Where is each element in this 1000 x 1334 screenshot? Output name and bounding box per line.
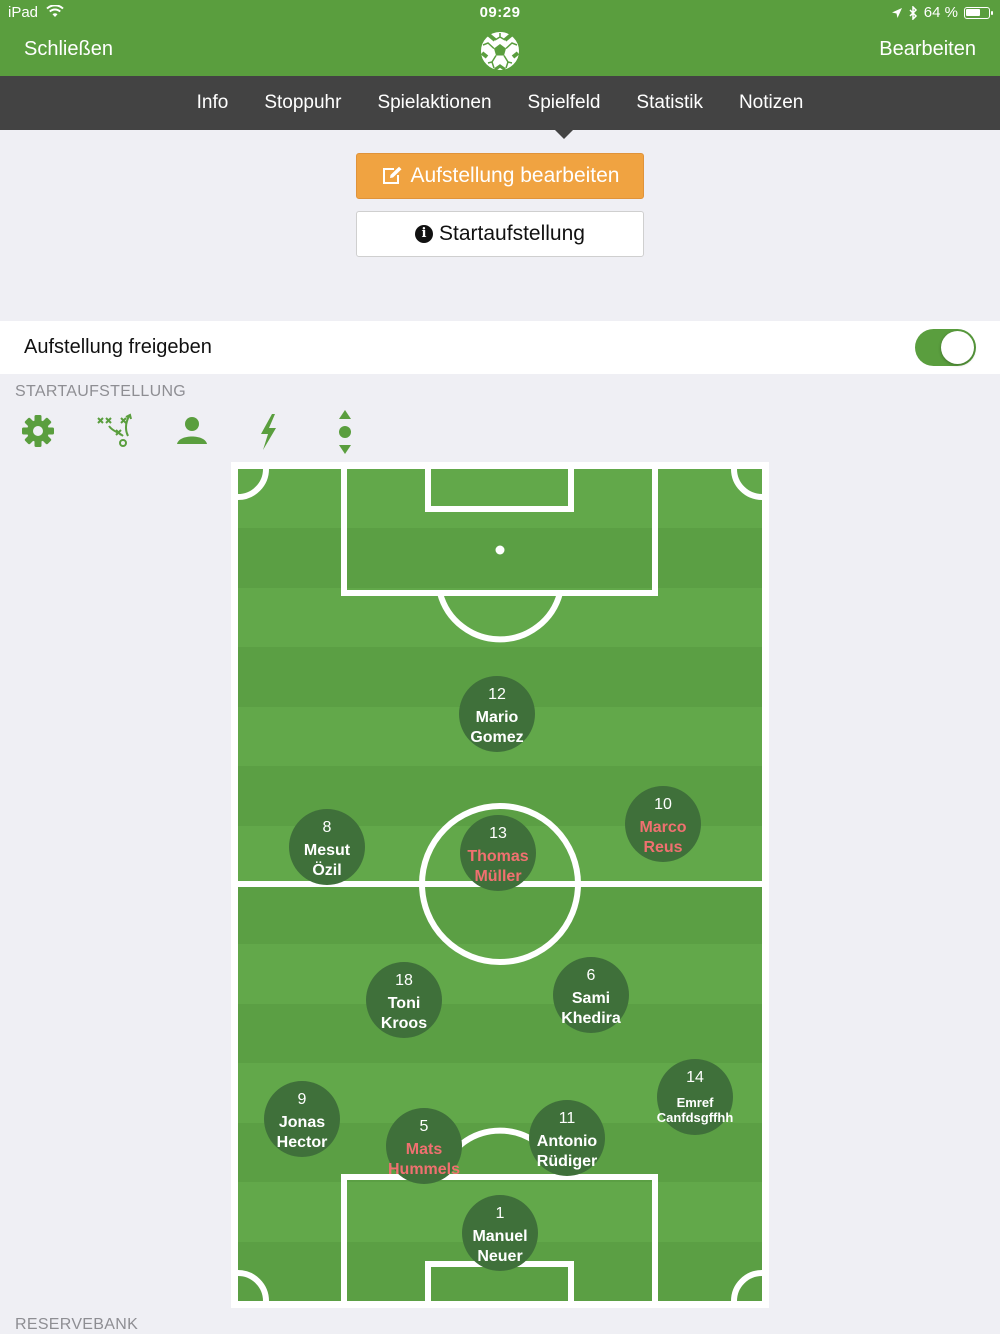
edit-lineup-label: Aufstellung bearbeiten <box>410 164 620 187</box>
bluetooth-icon <box>909 5 917 20</box>
clock: 09:29 <box>479 4 521 21</box>
status-bar: iPad 09:29 64 % <box>0 0 1000 26</box>
status-right: 64 % <box>891 4 993 21</box>
toggle-knob <box>941 331 974 364</box>
info-icon: i <box>415 225 434 243</box>
share-lineup-label: Aufstellung freigeben <box>24 336 212 358</box>
player-last-name: Reus <box>643 839 683 856</box>
player-last-name: Rüdiger <box>536 1153 598 1170</box>
starting-lineup-button[interactable]: i Startaufstellung <box>356 211 644 257</box>
player-last-name: Gomez <box>470 729 524 746</box>
tab-notes[interactable]: Notizen <box>721 76 821 130</box>
edit-button[interactable]: Bearbeiten <box>879 38 976 61</box>
tab-statistics[interactable]: Statistik <box>618 76 721 130</box>
player-marker[interactable]: 9 Jonas Hector <box>264 1081 340 1157</box>
player-last-name: Müller <box>474 868 522 885</box>
player-last-name: Canfdsgffhh <box>656 1110 734 1125</box>
player-marker[interactable]: 13 Thomas Müller <box>460 815 536 891</box>
player-marker[interactable]: 5 Mats Hummels <box>386 1108 462 1184</box>
edit-lineup-button[interactable]: Aufstellung bearbeiten <box>356 153 644 199</box>
player-number: 12 <box>488 686 506 703</box>
player-marker[interactable]: 11 Antonio Rüdiger <box>529 1100 605 1176</box>
player-first-name: Emref <box>676 1095 714 1110</box>
player-marker[interactable]: 6 Sami Khedira <box>553 957 629 1033</box>
tab-pitch[interactable]: Spielfeld <box>510 76 619 139</box>
tab-stopwatch[interactable]: Stoppuhr <box>246 76 359 130</box>
player-last-name: Özil <box>312 862 342 879</box>
player-first-name: Mesut <box>303 842 351 859</box>
player-first-name: Toni <box>387 995 421 1012</box>
player-first-name: Jonas <box>278 1114 326 1131</box>
player-number: 5 <box>419 1118 429 1135</box>
player-name: Marco Reus <box>615 818 711 858</box>
soccer-ball-icon <box>480 32 520 71</box>
tab-bar: Info Stoppuhr Spielaktionen Spielfeld St… <box>0 76 1000 139</box>
section-title-starting: STARTAUFSTELLUNG <box>15 383 187 400</box>
player-first-name: Manuel <box>472 1228 528 1245</box>
player-name: Mesut Özil <box>279 841 375 881</box>
location-arrow-icon <box>891 7 902 18</box>
player-first-name: Sami <box>571 990 611 1007</box>
battery-percent: 64 % <box>923 4 958 21</box>
soccer-pitch: 12 Mario Gomez 8 Mesut Özil 13 Thomas Mülle… <box>238 469 762 1301</box>
share-lineup-row: Aufstellung freigeben <box>0 321 1000 374</box>
player-name: Antonio Rüdiger <box>519 1132 615 1172</box>
player-last-name: Hummels <box>387 1161 461 1178</box>
battery-icon <box>964 6 993 19</box>
player-first-name: Thomas <box>467 848 529 865</box>
player-name: Toni Kroos <box>356 994 452 1034</box>
player-number: 6 <box>586 967 596 984</box>
player-name: Emref Canfdsgffhh <box>647 1095 743 1125</box>
player-number: 10 <box>654 796 672 813</box>
player-marker[interactable]: 8 Mesut Özil <box>289 809 365 885</box>
player-number: 8 <box>322 819 332 836</box>
navigation-bar: iPad 09:29 64 % Schließen Bearbeiten <box>0 0 1000 76</box>
player-marker[interactable]: 1 Manuel Neuer <box>462 1195 538 1271</box>
player-last-name: Neuer <box>477 1248 523 1265</box>
player-first-name: Antonio <box>536 1133 598 1150</box>
gear-icon[interactable] <box>18 410 58 454</box>
tab-info[interactable]: Info <box>179 76 247 130</box>
player-first-name: Mario <box>475 709 519 726</box>
edit-icon <box>382 166 401 184</box>
tab-match-actions[interactable]: Spielaktionen <box>359 76 509 130</box>
player-name: Mats Hummels <box>376 1140 472 1180</box>
lightning-icon[interactable] <box>248 410 288 454</box>
player-name: Manuel Neuer <box>452 1227 548 1267</box>
player-name: Thomas Müller <box>450 847 546 887</box>
player-number: 13 <box>489 825 507 842</box>
section-title-bench: RESERVEBANK <box>15 1316 139 1333</box>
person-icon[interactable] <box>172 410 212 454</box>
player-number: 1 <box>495 1205 505 1222</box>
player-number: 18 <box>395 972 413 989</box>
starting-lineup-label: Startaufstellung <box>439 222 585 245</box>
tactics-icon[interactable] <box>95 410 135 454</box>
player-last-name: Khedira <box>561 1010 621 1027</box>
player-name: Mario Gomez <box>449 708 545 748</box>
player-number: 14 <box>686 1069 704 1086</box>
player-first-name: Marco <box>639 819 687 836</box>
player-name: Sami Khedira <box>543 989 639 1029</box>
battery-fill <box>966 8 980 16</box>
player-marker[interactable]: 18 Toni Kroos <box>366 962 442 1038</box>
close-button[interactable]: Schließen <box>24 38 113 61</box>
player-number: 11 <box>558 1110 576 1127</box>
player-last-name: Kroos <box>380 1015 428 1032</box>
player-marker[interactable]: 14 Emref Canfdsgffhh <box>657 1059 733 1135</box>
player-number: 9 <box>297 1091 307 1108</box>
player-marker[interactable]: 12 Mario Gomez <box>459 676 535 752</box>
player-name: Jonas Hector <box>254 1113 350 1153</box>
player-last-name: Hector <box>276 1134 328 1151</box>
share-lineup-toggle[interactable] <box>915 329 976 366</box>
move-vertical-icon[interactable] <box>325 410 365 454</box>
player-marker[interactable]: 10 Marco Reus <box>625 786 701 862</box>
player-first-name: Mats <box>405 1141 443 1158</box>
